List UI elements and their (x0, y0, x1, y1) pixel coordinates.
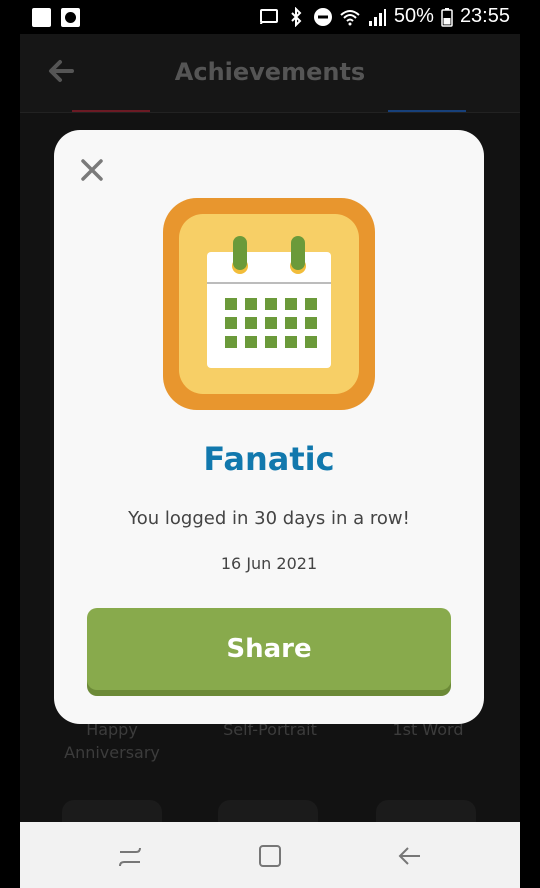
achievement-label-happy-anniversary: Happy Anniversary (64, 720, 160, 762)
recent-apps-icon[interactable] (116, 842, 144, 870)
notification-icons (32, 8, 80, 27)
achievement-message: You logged in 30 days in a row! (128, 508, 410, 529)
notification-square-icon (32, 8, 51, 27)
screen-cast-icon (259, 8, 278, 24)
calendar-icon (163, 198, 375, 410)
tab-underline-left (72, 110, 150, 112)
clock: 23:55 (459, 5, 510, 27)
signal-icon (368, 8, 386, 26)
achievement-title: Fanatic (203, 440, 335, 478)
notification-ring-icon (61, 8, 80, 27)
tab-underline-right (388, 110, 466, 112)
status-icons: 50% 23:55 (259, 5, 510, 28)
page-title: Achievements (174, 58, 366, 86)
do-not-disturb-icon (313, 7, 332, 26)
system-nav-bar (20, 822, 520, 888)
status-bar: 50% 23:55 (0, 0, 540, 34)
app-header: Achievements (20, 34, 520, 113)
bluetooth-icon (291, 6, 302, 27)
home-icon[interactable] (256, 842, 284, 870)
wifi-icon (340, 9, 360, 25)
achievement-date: 16 Jun 2021 (220, 554, 318, 573)
battery-icon (441, 7, 453, 27)
close-icon[interactable] (80, 158, 104, 182)
achievement-dialog: Fanatic You logged in 30 days in a row! … (54, 130, 484, 724)
battery-percent: 50% (393, 5, 434, 27)
share-button[interactable]: Share (87, 608, 451, 690)
back-icon[interactable] (396, 842, 424, 870)
